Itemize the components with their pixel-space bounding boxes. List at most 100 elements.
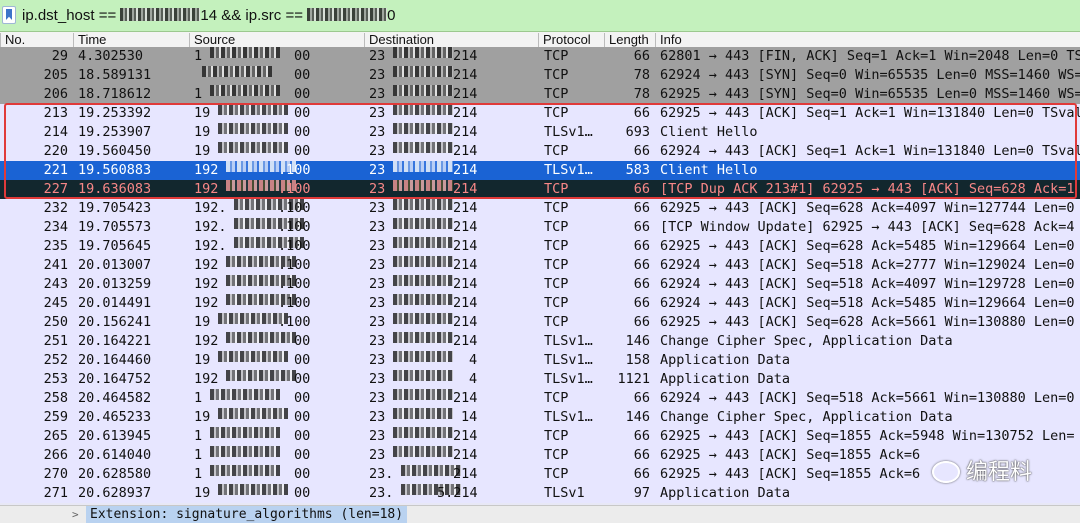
packet-length: 97 [633, 485, 650, 501]
packet-info: 62924 → 443 [SYN] Seq=0 Win=65535 Len=0 … [660, 67, 1080, 83]
packet-row[interactable]: 265 20.613945 1 23 TCP 66 62925 → 443 [ACK] Se… [0, 427, 1080, 446]
redacted-dst-host [120, 8, 201, 21]
redacted-source [218, 142, 288, 153]
packet-row[interactable]: 235 19.705645 192. 23 TCP 66 62925 → 443 [ACK]… [0, 237, 1080, 256]
packet-row[interactable]: 205 18.589131 23 TCP 78 62924 → 443 [SYN] Seq… [0, 66, 1080, 85]
packet-no: 241 [43, 257, 68, 273]
redacted-source [210, 85, 280, 96]
packet-row[interactable]: 243 20.013259 192 23 TCP 66 62924 → 443 [ACK] … [0, 275, 1080, 294]
packet-length: 66 [633, 48, 650, 64]
redacted-source [202, 66, 272, 77]
packet-destination-suffix: 214 [453, 162, 478, 178]
column-header-length[interactable]: Length [604, 32, 649, 48]
packet-row[interactable]: 271 20.628937 19 23. TLSv1 97 Application Data… [0, 484, 1080, 503]
column-header-no[interactable]: No. [0, 32, 25, 48]
redacted-source [210, 446, 280, 457]
packet-row[interactable]: 245 20.014491 192 23 TCP 66 62924 → 443 [ACK] … [0, 294, 1080, 313]
packet-length: 66 [633, 143, 650, 159]
packet-row[interactable]: 29 4.302530 1 23 TCP 66 62801 → 443 [FIN, ACK]… [0, 47, 1080, 66]
packet-destination: 23 [369, 390, 386, 406]
packet-protocol: TCP [544, 86, 569, 102]
redacted-source [210, 427, 280, 438]
packet-info: 62925 → 443 [ACK] Seq=628 Ack=4097 Win=1… [660, 200, 1075, 216]
packet-source-suffix: .100 [278, 276, 311, 292]
packet-destination-suffix: 4 [469, 352, 478, 368]
column-header-protocol[interactable]: Protocol [538, 32, 591, 48]
redacted-destination [393, 370, 453, 381]
packet-row[interactable]: 214 19.253907 19 23 TLSv1… 693 Client Hello 00 2… [0, 123, 1080, 142]
chat-bubble-icon [932, 461, 960, 483]
packet-destination-suffix: 214 [453, 390, 478, 406]
packet-row[interactable]: 232 19.705423 192. 23 TCP 66 62925 → 443 [ACK]… [0, 199, 1080, 218]
packet-source: 1 [194, 390, 203, 406]
packet-destination: 23 [369, 86, 386, 102]
redacted-source [218, 408, 288, 419]
packet-info: 62925 → 443 [ACK] Seq=1855 Ack=6 [660, 447, 921, 463]
column-header-destination[interactable]: Destination [363, 32, 434, 48]
display-filter-bar[interactable]: ip.dst_host == 14 && ip.src == 0 [0, 0, 1080, 32]
packet-row[interactable]: 206 18.718612 1 23 TCP 78 62925 → 443 [SYN] Se… [0, 85, 1080, 104]
packet-row[interactable]: 250 20.156241 19 23 TCP 66 62925 → 443 [ACK] S… [0, 313, 1080, 332]
packet-length: 66 [633, 466, 650, 482]
packet-row[interactable]: 258 20.464582 1 23 TCP 66 62924 → 443 [ACK] Se… [0, 389, 1080, 408]
packet-row[interactable]: 251 20.164221 192 23 TLSv1… 146 Change Cipher … [0, 332, 1080, 351]
packet-protocol: TCP [544, 200, 569, 216]
packet-destination-suffix: 214 [453, 295, 478, 311]
packet-length: 78 [633, 86, 650, 102]
packet-no: 232 [43, 200, 68, 216]
packet-row[interactable]: 270 20.628580 1 23. TCP 66 62925 → 443 [ACK] S… [0, 465, 1080, 484]
packet-destination: 23 [369, 352, 386, 368]
packet-source: 192 [194, 257, 219, 273]
redacted-destination [393, 237, 453, 248]
packet-length: 66 [633, 105, 650, 121]
packet-source-suffix: 00 [294, 67, 311, 83]
packet-destination: 23 [369, 295, 386, 311]
chevron-right-icon[interactable]: > [72, 506, 79, 523]
packet-info: Client Hello [660, 124, 758, 140]
packet-destination-suffix: 5.214 [437, 485, 478, 501]
packet-source-suffix: 00 [294, 352, 311, 368]
display-filter-input[interactable]: ip.dst_host == 14 && ip.src == 0 [22, 6, 395, 26]
packet-length: 1121 [617, 371, 650, 387]
packet-info: 62924 → 443 [ACK] Seq=518 Ack=2777 Win=1… [660, 257, 1075, 273]
packet-row[interactable]: 220 19.560450 19 23 TCP 66 62924 → 443 [ACK] S… [0, 142, 1080, 161]
column-header-time[interactable]: Time [72, 32, 106, 48]
packet-destination: 23 [369, 181, 386, 197]
packet-row[interactable]: 253 20.164752 192 23 TLSv1… 1121 Application D… [0, 370, 1080, 389]
redacted-destination [393, 427, 453, 438]
packet-no: 270 [43, 466, 68, 482]
packet-row[interactable]: 213 19.253392 19 23 TCP 66 62925 → 443 [ACK] S… [0, 104, 1080, 123]
packet-destination-suffix: 214 [453, 48, 478, 64]
packet-row[interactable]: 259 20.465233 19 23 TLSv1… 146 Change Cipher S… [0, 408, 1080, 427]
packet-info: 62924 → 443 [ACK] Seq=518 Ack=4097 Win=1… [660, 276, 1075, 292]
bookmark-icon[interactable] [2, 6, 16, 24]
packet-info: 62925 → 443 [SYN] Seq=0 Win=65535 Len=0 … [660, 86, 1080, 102]
redacted-src-ip [307, 8, 388, 21]
column-header-source[interactable]: Source [188, 32, 235, 48]
detail-tree-item[interactable]: Extension: signature_algorithms (len=18) [86, 506, 408, 523]
packet-source: 19 [194, 105, 211, 121]
redacted-source [218, 123, 288, 134]
packet-row[interactable]: 221 19.560883 192 23 TLSv1… 583 Client Hello .1… [0, 161, 1080, 180]
packet-row[interactable]: 266 20.614040 1 23 TCP 66 62925 → 443 [ACK] Se… [0, 446, 1080, 465]
packet-list[interactable]: 29 4.302530 1 23 TCP 66 62801 → 443 [FIN, ACK]… [0, 47, 1080, 505]
packet-length: 693 [625, 124, 650, 140]
column-header-info[interactable]: Info [655, 32, 682, 48]
packet-no: 253 [43, 371, 68, 387]
packet-row[interactable]: 252 20.164460 19 23 TLSv1… 158 Application Dat… [0, 351, 1080, 370]
packet-destination: 23 [369, 143, 386, 159]
filter-text-part3: 0 [387, 7, 396, 24]
packet-source-suffix: 00 [294, 124, 311, 140]
packet-destination-suffix: 214 [453, 219, 478, 235]
packet-row[interactable]: 241 20.013007 192 23 TCP 66 62924 → 443 [ACK] … [0, 256, 1080, 275]
packet-protocol: TCP [544, 428, 569, 444]
packet-source: 192 [194, 162, 219, 178]
packet-no: 259 [43, 409, 68, 425]
packet-time: 19.560450 [78, 143, 152, 159]
packet-time: 20.164752 [78, 371, 152, 387]
packet-row[interactable]: 234 19.705573 192. 23 TCP 66 [TCP Window Updat… [0, 218, 1080, 237]
packet-destination-suffix: 214 [453, 428, 478, 444]
packet-row[interactable]: 227 19.636083 192 23 TCP 66 [TCP Dup ACK 213#1… [0, 180, 1080, 199]
packet-time: 19.705645 [78, 238, 152, 254]
packet-source: 192. [194, 219, 227, 235]
